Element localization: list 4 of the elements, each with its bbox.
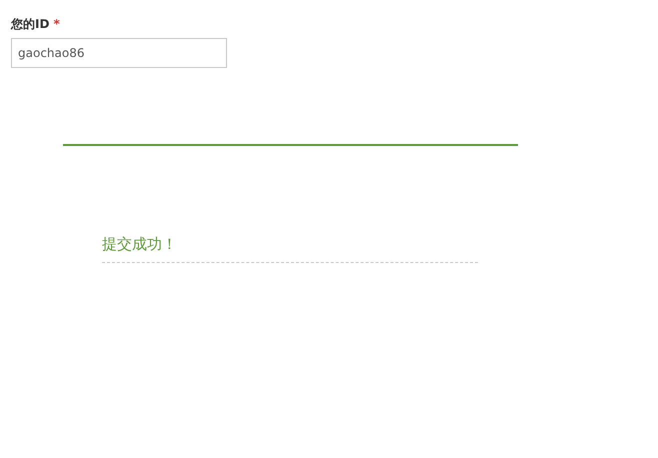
id-input-field[interactable]: gaochao86 <box>11 38 227 68</box>
required-mark: * <box>53 17 60 31</box>
success-message: 提交成功！ <box>102 234 478 263</box>
field-label: 您的ID <box>11 17 50 31</box>
